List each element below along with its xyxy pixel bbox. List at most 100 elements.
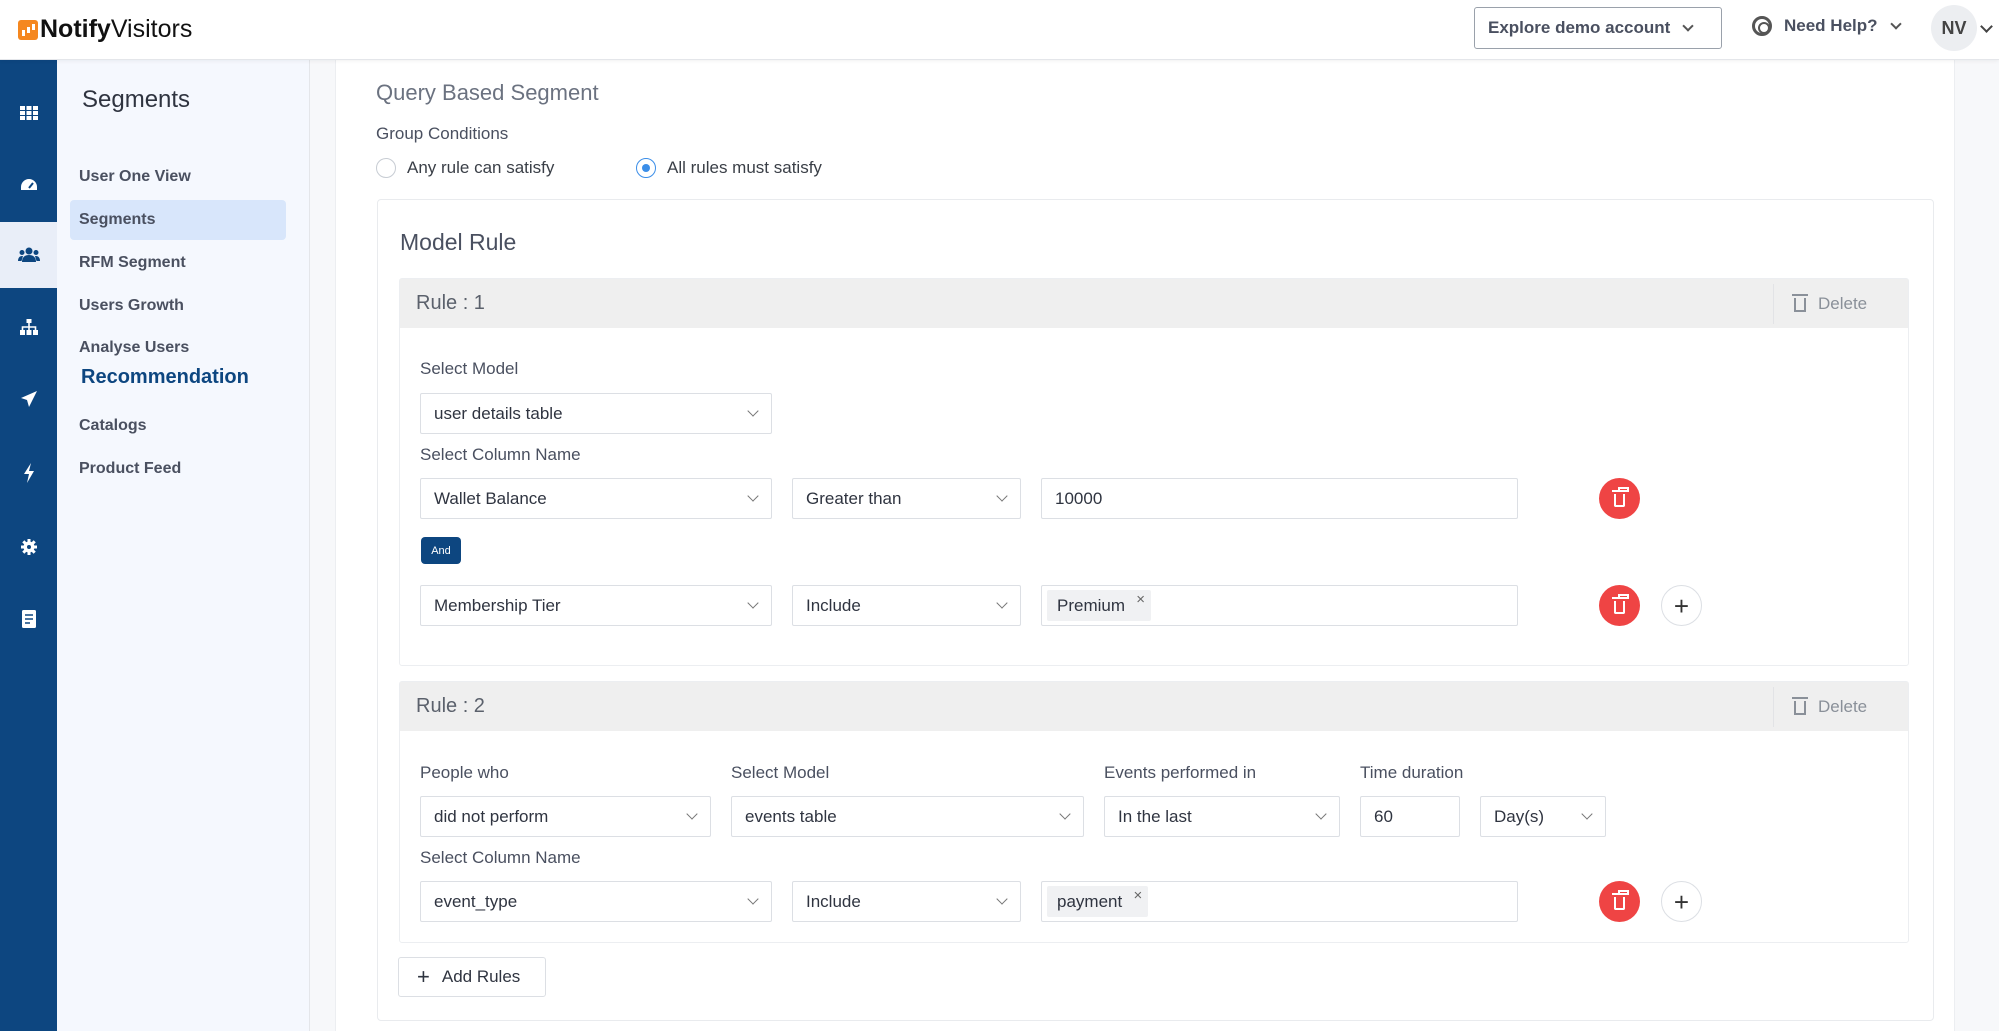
chevron-down-icon	[1059, 808, 1071, 820]
dashboard-icon	[20, 179, 37, 190]
icon-rail	[0, 60, 57, 1031]
rule-2: Rule : 2 Delete People who Select Model …	[399, 681, 1909, 943]
column-select[interactable]: Wallet Balance	[420, 478, 772, 519]
send-icon	[20, 391, 37, 407]
trash-icon	[1612, 890, 1629, 910]
remove-tag-icon[interactable]: ×	[1133, 887, 1142, 904]
explore-demo-dropdown[interactable]: Explore demo account	[1474, 7, 1722, 49]
rail-settings-item[interactable]	[0, 514, 57, 580]
need-help-dropdown[interactable]: Need Help?	[1752, 16, 1902, 36]
sidebar-item-segments[interactable]: Segments	[70, 200, 286, 240]
main-content: Query Based Segment Group Conditions Any…	[310, 60, 1999, 1031]
rail-dashboard-item[interactable]	[0, 152, 57, 218]
sidebar-item-product-feed[interactable]: Product Feed	[70, 449, 286, 489]
user-avatar[interactable]: NV	[1931, 5, 1977, 51]
sidebar-item-users-growth[interactable]: Users Growth	[70, 286, 286, 326]
model-select[interactable]: user details table	[420, 393, 772, 434]
select-column-label: Select Column Name	[420, 848, 581, 867]
delete-condition-button[interactable]	[1599, 881, 1640, 922]
remove-tag-icon[interactable]: ×	[1136, 591, 1145, 608]
chevron-down-icon	[996, 597, 1008, 609]
people-who-select[interactable]: did not perform	[420, 796, 711, 837]
rail-users-item[interactable]	[0, 222, 57, 288]
column-select-value: Wallet Balance	[434, 488, 547, 508]
time-unit-select[interactable]: Day(s)	[1480, 796, 1606, 837]
rail-apps-item[interactable]	[0, 80, 57, 146]
select-column-label: Select Column Name	[420, 445, 581, 464]
radio-any-rule[interactable]: Any rule can satisfy	[376, 158, 554, 178]
trash-icon	[1612, 594, 1629, 614]
avatar-chevron-down-icon[interactable]	[1980, 20, 1993, 33]
operator-select[interactable]: Include	[792, 585, 1021, 626]
add-rules-label: Add Rules	[441, 967, 521, 986]
rail-reports-item[interactable]	[0, 586, 57, 652]
events-performed-label: Events performed in	[1104, 763, 1257, 782]
rule-2-title: Rule : 2	[416, 695, 485, 717]
rule-1: Rule : 1 Delete Select Model user detail…	[399, 278, 1909, 666]
operator-select-value: Greater than	[806, 488, 902, 508]
trash-icon	[1792, 294, 1808, 312]
sidebar-title: Segments	[82, 86, 191, 113]
plus-icon: +	[417, 964, 430, 989]
value-input[interactable]: 10000	[1041, 478, 1518, 519]
delete-condition-button[interactable]	[1599, 585, 1640, 626]
tag-input[interactable]: payment ×	[1041, 881, 1518, 922]
events-performed-select[interactable]: In the last	[1104, 796, 1340, 837]
plus-icon: +	[1673, 590, 1690, 621]
chevron-down-icon	[1682, 20, 1694, 32]
add-rules-button[interactable]: + Add Rules	[398, 957, 546, 997]
delete-label: Delete	[1818, 697, 1868, 716]
rule-2-header: Rule : 2 Delete	[400, 682, 1908, 731]
add-condition-button[interactable]: +	[1661, 881, 1702, 922]
sidebar-item-analyse-users[interactable]: Analyse Users	[70, 328, 286, 368]
select-model-label: Select Model	[420, 359, 519, 378]
and-connector-badge[interactable]: And	[421, 537, 461, 564]
brand-logo[interactable]: Notify Visitors	[18, 15, 192, 44]
operator-select-value: Include	[806, 595, 861, 615]
radio-button-selected[interactable]	[636, 158, 656, 178]
column-select[interactable]: event_type	[420, 881, 772, 922]
delete-condition-button[interactable]	[1599, 478, 1640, 519]
rail-hierarchy-item[interactable]	[0, 294, 57, 360]
rule-1-delete-button[interactable]: Delete	[1773, 284, 1908, 324]
segments-sidebar: Segments User One View Segments RFM Segm…	[57, 60, 310, 1031]
chevron-down-icon	[686, 808, 698, 820]
tag-input[interactable]: Premium ×	[1041, 585, 1518, 626]
sidebar-item-catalogs[interactable]: Catalogs	[70, 406, 286, 446]
value-tag: payment ×	[1047, 886, 1149, 917]
rail-automation-item[interactable]	[0, 440, 57, 506]
time-duration-input[interactable]: 60	[1360, 796, 1460, 837]
sidebar-item-user-one-view[interactable]: User One View	[70, 157, 286, 197]
section-title: Query Based Segment	[376, 80, 599, 105]
column-select[interactable]: Membership Tier	[420, 585, 772, 626]
model-select-value: user details table	[434, 403, 563, 423]
explore-demo-label: Explore demo account	[1488, 18, 1671, 37]
lifebuoy-icon	[1752, 16, 1772, 36]
brand-name-light: Visitors	[110, 15, 193, 43]
sidebar-item-rfm-segment[interactable]: RFM Segment	[70, 243, 286, 283]
operator-select[interactable]: Greater than	[792, 478, 1021, 519]
column-select-value: Membership Tier	[434, 595, 561, 615]
radio-any-label: Any rule can satisfy	[407, 158, 555, 177]
value-tag: Premium ×	[1047, 590, 1152, 621]
rule-2-delete-button[interactable]: Delete	[1773, 687, 1908, 727]
model-select-value: events table	[745, 806, 837, 826]
chevron-down-icon	[747, 893, 759, 905]
people-who-label: People who	[420, 763, 509, 782]
gear-icon	[20, 539, 37, 555]
operator-select[interactable]: Include	[792, 881, 1021, 922]
radio-all-rules[interactable]: All rules must satisfy	[636, 158, 822, 178]
chevron-down-icon	[1315, 808, 1327, 820]
model-rule-title: Model Rule	[400, 229, 517, 255]
value-tag-label: Premium	[1057, 595, 1126, 615]
segment-card: Query Based Segment Group Conditions Any…	[335, 60, 1955, 1031]
users-icon	[17, 247, 40, 262]
plus-icon: +	[1673, 886, 1690, 917]
radio-button[interactable]	[376, 158, 396, 178]
delete-label: Delete	[1818, 294, 1868, 313]
add-condition-button[interactable]: +	[1661, 585, 1702, 626]
chevron-down-icon	[747, 405, 759, 417]
rail-campaigns-item[interactable]	[0, 366, 57, 432]
model-select[interactable]: events table	[731, 796, 1084, 837]
time-unit-value: Day(s)	[1494, 806, 1545, 826]
